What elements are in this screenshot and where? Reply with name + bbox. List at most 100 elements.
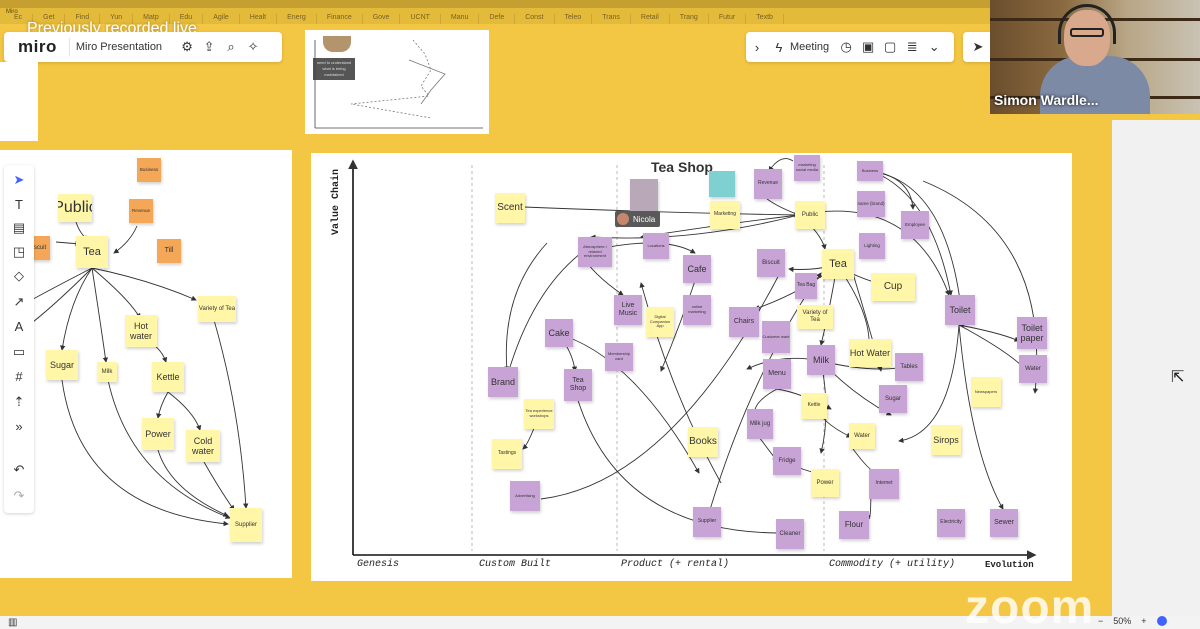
meeting-button[interactable]: Meeting: [790, 41, 829, 53]
sticky-note-digital-companion[interactable]: Digital Companion App: [646, 307, 674, 337]
sticky-note-tea-bag[interactable]: Tea Bag: [795, 273, 817, 299]
sticky-note-brand[interactable]: Brand: [488, 367, 518, 397]
sticky-note-milk[interactable]: Milk: [807, 345, 835, 375]
miro-logo[interactable]: miro: [18, 37, 57, 57]
sticky-note-sugar[interactable]: Sugar: [879, 385, 907, 413]
sticky-note-hot-water[interactable]: Hot water: [125, 315, 157, 347]
sticky-note-flour[interactable]: Flour: [839, 511, 869, 539]
sticky-note-business[interactable]: Business: [137, 158, 161, 182]
sticky-note-membership-card[interactable]: Membership card: [605, 343, 633, 371]
chevron-right-icon[interactable]: ›: [746, 36, 768, 58]
sticky-note-menu[interactable]: Menu: [763, 359, 791, 389]
sticky-note-toilet-paper[interactable]: Toilet paper: [1017, 317, 1047, 349]
sticky-note-chairs[interactable]: Chairs: [729, 307, 759, 337]
thumbnail-frame[interactable]: need to understand what is being maintai…: [305, 30, 489, 134]
sticky-note-scent[interactable]: Scent: [495, 193, 525, 223]
browser-tab[interactable]: Const: [515, 14, 555, 24]
left-map-frame[interactable]: Public Tea scuit Business Revenue Till V…: [0, 150, 292, 578]
sticky-note-revenue[interactable]: Revenue: [754, 169, 782, 199]
zoom-level[interactable]: 50%: [1113, 616, 1131, 626]
sticky-note-electricity[interactable]: Electricity: [937, 509, 965, 537]
browser-tab[interactable]: Futur: [709, 14, 747, 24]
sticky-note-tea[interactable]: Tea: [822, 249, 854, 279]
sticky-note-supplier[interactable]: Supplier: [230, 508, 262, 542]
sticky-note-cleaner[interactable]: Cleaner: [776, 519, 804, 549]
search-icon[interactable]: ⌕: [220, 36, 242, 58]
sticky-note-cold-water[interactable]: Cold water: [186, 430, 220, 462]
sticky-note-hot-water[interactable]: Hot Water: [849, 339, 891, 367]
pointer-icon[interactable]: ➤: [967, 36, 989, 58]
sticky-note-cafe[interactable]: Cafe: [683, 255, 711, 283]
template-icon[interactable]: ▤: [7, 217, 31, 239]
magic-icon[interactable]: ✧: [242, 36, 264, 58]
tea-shop-map-frame[interactable]: Tea Shop Value Chain Genesis Custom Buil…: [311, 153, 1072, 581]
sticky-note-variety-of-tea[interactable]: Variety of Tea: [797, 305, 833, 329]
sticky-note-biscuit[interactable]: Biscuit: [757, 249, 785, 277]
browser-tab[interactable]: Textb: [746, 14, 784, 24]
sticky-note-newspapers[interactable]: Newspapers: [971, 377, 1001, 407]
shapes-icon[interactable]: ◇: [7, 265, 31, 287]
browser-tab[interactable]: UCNT: [400, 14, 441, 24]
comment-icon[interactable]: ▢: [879, 36, 901, 58]
connection-line-icon[interactable]: ↗: [7, 291, 31, 313]
browser-tab[interactable]: Retail: [631, 14, 670, 24]
sticky-note-tea[interactable]: Tea: [76, 236, 108, 268]
browser-tab[interactable]: Trans: [592, 14, 631, 24]
sticky-note-sirops[interactable]: Sirops: [931, 425, 961, 455]
select-icon[interactable]: ➤: [7, 169, 31, 191]
sticky-note-toilet[interactable]: Toilet: [945, 295, 975, 325]
chevron-down-icon[interactable]: ⌄: [923, 36, 945, 58]
zoom-out-button[interactable]: −: [1098, 616, 1103, 626]
frame-icon[interactable]: #: [7, 365, 31, 387]
board-name[interactable]: Miro Presentation: [68, 38, 168, 56]
sticky-note-tastings[interactable]: Tastings: [492, 439, 522, 469]
sticky-note-water[interactable]: Water: [849, 423, 875, 449]
more-tools-icon[interactable]: »: [7, 415, 31, 437]
sticky-note-public[interactable]: Public: [58, 194, 92, 222]
pen-icon[interactable]: A: [7, 315, 31, 337]
sticky-note-revenue[interactable]: Revenue: [129, 199, 153, 223]
sticky-note-cup[interactable]: Cup: [871, 273, 915, 301]
sticky-note-teal[interactable]: [709, 171, 735, 197]
browser-tab[interactable]: Healt: [240, 14, 278, 24]
redo-icon[interactable]: ↷: [7, 485, 31, 507]
sticky-note-tea-experience[interactable]: Tea experience workshops: [524, 399, 554, 429]
sticky-note-kettle[interactable]: Kettle: [801, 393, 827, 419]
sticky-note-name-brand[interactable]: name (brand): [857, 191, 885, 217]
browser-tab[interactable]: Teleo: [555, 14, 593, 24]
lightning-icon[interactable]: ϟ: [768, 36, 790, 58]
sticky-note-milk-jug[interactable]: Milk jug: [747, 409, 773, 439]
sticky-note-books[interactable]: Books: [688, 427, 718, 457]
present-icon[interactable]: ▣: [857, 36, 879, 58]
sticky-note-milk[interactable]: Milk: [97, 362, 117, 382]
sticky-note-customer-want[interactable]: Customer want: [762, 321, 790, 353]
sticky-note-tea-shop[interactable]: Tea Shop: [564, 369, 592, 401]
sticky-note-business[interactable]: Business: [857, 161, 883, 181]
sticky-note-public[interactable]: Public: [795, 201, 825, 229]
zoom-in-button[interactable]: +: [1141, 616, 1146, 626]
sticky-note-sugar[interactable]: Sugar: [46, 350, 78, 380]
timer-icon[interactable]: ◷: [835, 36, 857, 58]
sticky-note-kettle[interactable]: Kettle: [152, 362, 184, 392]
sticky-note-advertising[interactable]: Advertising: [510, 481, 540, 511]
panel-toggle-icon[interactable]: ▥: [8, 617, 17, 628]
settings-icon[interactable]: ⚙: [176, 36, 198, 58]
sticky-note-power[interactable]: Power: [811, 469, 839, 497]
browser-tab[interactable]: Trang: [670, 14, 709, 24]
browser-tab[interactable]: Manu: [441, 14, 480, 24]
browser-tab[interactable]: Gove: [363, 14, 401, 24]
sticky-note-locations[interactable]: Locations: [643, 233, 669, 259]
undo-icon[interactable]: ↶: [7, 459, 31, 481]
help-icon[interactable]: [1156, 616, 1167, 626]
sticky-note-marketing[interactable]: Marketing: [710, 201, 740, 229]
sticky-note-power[interactable]: Power: [142, 418, 174, 450]
sticky-note-internet[interactable]: Internet: [869, 469, 899, 499]
sticky-note-cake[interactable]: Cake: [545, 319, 573, 347]
browser-tab[interactable]: Finance: [317, 14, 363, 24]
upload-icon[interactable]: ⇡: [7, 391, 31, 413]
sticky-note-sewer[interactable]: Sewer: [990, 509, 1018, 537]
sticky-note-atmosphere[interactable]: Atmosphere / relaxed environment: [578, 237, 612, 267]
browser-tab[interactable]: Agile: [203, 14, 240, 24]
sticky-note-till[interactable]: Till: [157, 239, 181, 263]
sticky-note-supplier[interactable]: Supplier: [693, 507, 721, 537]
